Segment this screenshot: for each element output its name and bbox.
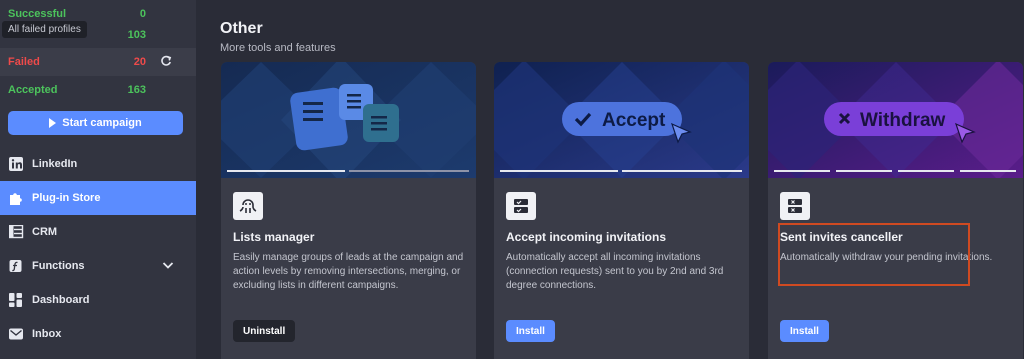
octopus-icon [233,192,263,220]
linkedin-icon [9,157,24,171]
mail-icon [9,327,24,341]
stat-label: Accepted [8,84,58,96]
sidebar-item-label: LinkedIn [32,158,78,170]
plugin-card-accept-invitations: Accept Accept incoming invitations Autom… [494,62,749,359]
dashboard-icon [9,293,24,307]
reload-icon[interactable] [160,55,172,70]
card-description: Easily manage groups of leads at the cam… [233,252,464,291]
stat-value: 103 [127,29,146,41]
card-description: Automatically accept all incoming invita… [506,252,724,291]
sidebar: Successful 0 All 103 Failed 20 Accepted … [0,0,196,359]
card-banner: Accept [494,62,749,178]
sidebar-item-label: Plug-in Store [32,192,101,204]
stat-value: 20 [133,56,146,68]
sidebar-item-linkedin[interactable]: LinkedIn [0,147,196,181]
card-banner [221,62,476,178]
app-root: Successful 0 All 103 Failed 20 Accepted … [0,0,1024,359]
sidebar-item-label: Dashboard [32,294,90,306]
stat-value: 0 [139,8,146,20]
stat-label: Failed [8,56,40,68]
sidebar-item-label: Inbox [32,328,62,340]
sidebar-item-label: CRM [32,226,58,238]
accept-banner-label: Accept [602,110,666,131]
tooltip: All failed profiles [2,21,87,38]
plugin-card-lists-manager: Lists manager Easily manage groups of le… [221,62,476,359]
sidebar-item-dashboard[interactable]: Dashboard [0,283,196,317]
plugin-card-invites-canceller: Withdraw Sent invites canceller Automati… [768,62,1023,359]
crosslist-icon [780,192,810,220]
sidebar-item-functions[interactable]: Functions [0,249,196,283]
card-banner: Withdraw [768,62,1023,178]
section-title: Other [220,20,263,37]
checklist-icon [506,192,536,220]
main-content: Other More tools and features Lists mana… [196,0,1024,359]
sidebar-item-crm[interactable]: CRM [0,215,196,249]
table-icon [8,224,24,239]
sidebar-item-inbox[interactable]: Inbox [0,317,196,351]
highlight-box [778,223,970,286]
stat-label: Successful [8,8,67,20]
uninstall-button[interactable]: Uninstall [233,320,296,342]
play-icon [49,118,57,128]
puzzle-icon [9,191,24,205]
start-campaign-label: Start campaign [62,117,142,129]
chevron-down-icon[interactable] [162,259,174,271]
card-title: Lists manager [233,230,315,244]
sidebar-item-plugin-store[interactable]: Plug-in Store [0,181,196,215]
card-title: Accept incoming invitations [506,230,667,244]
withdraw-banner-label: Withdraw [860,110,946,131]
function-icon [9,259,24,273]
stat-accepted[interactable]: Accepted 163 [0,76,196,104]
start-campaign-button[interactable]: Start campaign [8,111,183,135]
stat-value: 163 [127,84,146,96]
install-button[interactable]: Install [780,320,829,342]
sidebar-item-label: Functions [32,260,85,272]
install-button[interactable]: Install [506,320,555,342]
section-subtitle: More tools and features [220,42,336,54]
stat-failed[interactable]: Failed 20 [0,48,196,76]
